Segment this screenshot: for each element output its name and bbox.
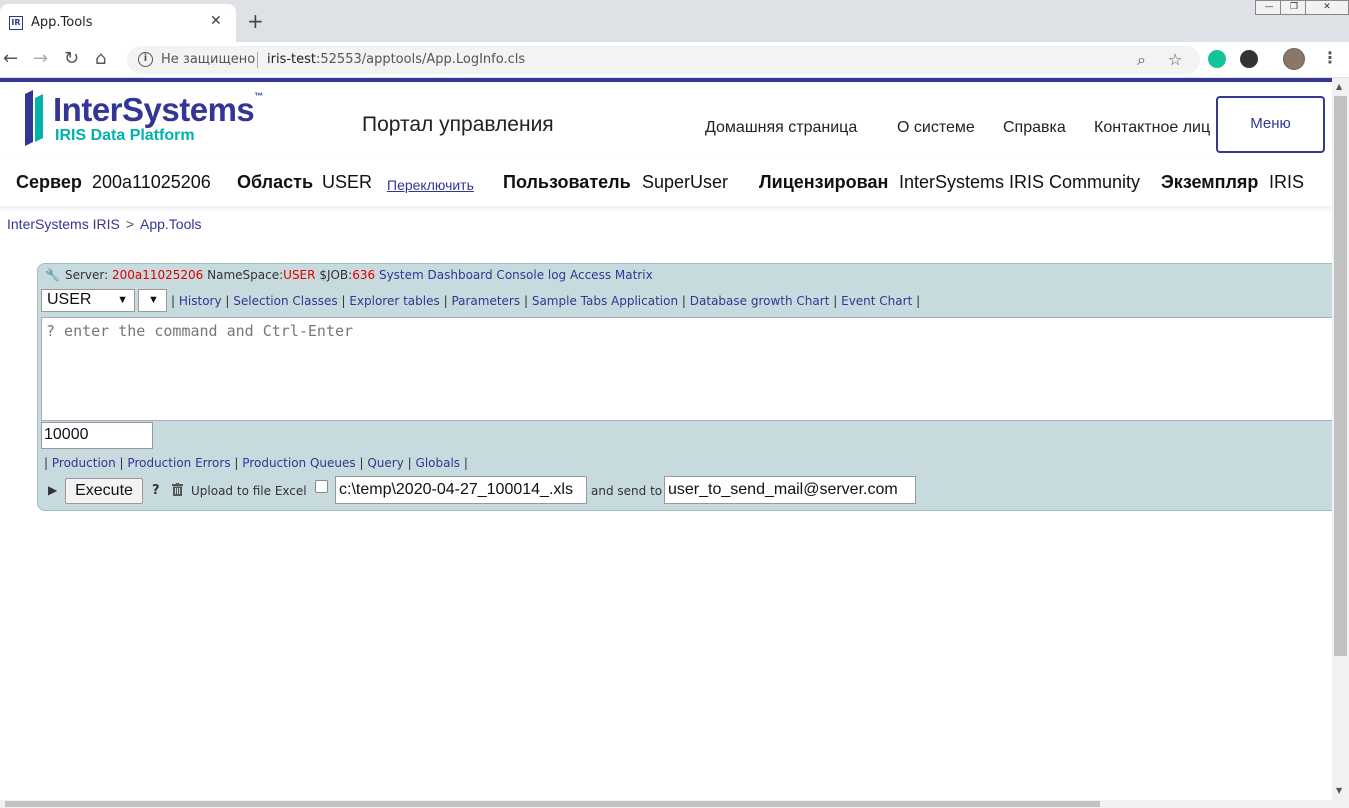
globals-link[interactable]: Globals <box>416 456 461 470</box>
explorer-tables-link[interactable]: Explorer tables <box>349 294 439 308</box>
page-content: InterSystems™ IRIS Data Platform Портал … <box>0 78 1337 800</box>
file-path-input[interactable]: c:\temp\2020-04-27_100014_.xls <box>335 476 587 504</box>
url-text[interactable]: iris-test:52553/apptools/App.LogInfo.cls <box>267 52 525 67</box>
play-icon[interactable]: ▶ <box>48 483 57 497</box>
tab-close-icon[interactable]: ✕ <box>210 13 222 29</box>
nav-about-link[interactable]: О системе <box>897 119 975 137</box>
tab-title: App.Tools <box>31 15 93 30</box>
breadcrumb-separator: > <box>125 216 134 232</box>
star-icon[interactable]: ☆ <box>1168 50 1182 69</box>
parameters-link[interactable]: Parameters <box>451 294 520 308</box>
license-label: Лицензирован <box>759 172 889 192</box>
server-value: 200a11025206 <box>92 172 211 192</box>
panel-job-value: 636 <box>352 268 376 282</box>
upload-excel-label: Upload to file Excel <box>191 484 307 498</box>
upload-excel-checkbox[interactable] <box>315 480 328 493</box>
wrench-icon: 🔧 <box>45 268 60 282</box>
intersystems-logo-icon <box>25 90 43 146</box>
event-chart-link[interactable]: Event Chart <box>841 294 912 308</box>
app-tools-panel: 🔧 Server: 200a11025206 NameSpace:USER $JO… <box>37 263 1337 511</box>
accent-bar <box>0 78 1332 82</box>
window-close-button[interactable]: ✕ <box>1305 0 1349 15</box>
nav-contact-link[interactable]: Контактное лиц <box>1094 119 1210 137</box>
vertical-scrollbar[interactable]: ▲ ▼ <box>1332 78 1349 800</box>
selection-classes-link[interactable]: Selection Classes <box>233 294 337 308</box>
tool-links-row: | History | Selection Classes | Explorer… <box>171 294 921 308</box>
chevron-down-icon: ▼ <box>148 294 159 306</box>
vertical-scroll-thumb[interactable] <box>1334 96 1347 656</box>
panel-header: 🔧 Server: 200a11025206 NameSpace:USER $JO… <box>45 268 653 282</box>
switch-namespace-link[interactable]: Переключить <box>387 177 474 193</box>
not-secure-label: Не защищено <box>161 52 256 67</box>
breadcrumb: InterSystems IRIS > App.Tools <box>7 216 201 232</box>
production-errors-link[interactable]: Production Errors <box>127 456 230 470</box>
browser-tabstrip: IR App.Tools ✕ + — ❐ ✕ <box>0 0 1349 42</box>
kebab-menu-icon[interactable]: ⋮ <box>1322 48 1338 67</box>
scroll-up-icon[interactable]: ▲ <box>1336 82 1342 91</box>
nav-help-link[interactable]: Справка <box>1003 119 1066 137</box>
logo-wordmark: InterSystems™ <box>53 91 263 128</box>
query-link[interactable]: Query <box>367 456 403 470</box>
profile-avatar[interactable] <box>1283 48 1305 70</box>
forward-icon[interactable]: → <box>33 49 48 69</box>
instance-label: Экземпляр <box>1161 172 1259 192</box>
user-value: SuperUser <box>642 172 729 192</box>
trash-icon[interactable] <box>172 483 183 496</box>
extension-icon[interactable] <box>1240 50 1258 68</box>
horizontal-scroll-thumb[interactable] <box>5 801 1100 807</box>
user-label: Пользователь <box>503 172 631 192</box>
panel-namespace-value: USER <box>283 268 316 282</box>
execute-button[interactable]: Execute <box>65 478 143 504</box>
scroll-down-icon[interactable]: ▼ <box>1336 786 1342 795</box>
favicon-icon: IR <box>9 16 23 30</box>
reload-icon[interactable]: ↻ <box>64 49 79 69</box>
sample-tabs-link[interactable]: Sample Tabs Application <box>532 294 678 308</box>
max-rows-input[interactable]: 10000 <box>41 422 153 449</box>
instance-value: IRIS <box>1269 172 1305 192</box>
command-textarea[interactable]: ? enter the command and Ctrl-Enter <box>41 317 1337 421</box>
horizontal-scrollbar[interactable] <box>0 800 1349 808</box>
help-icon[interactable]: ? <box>152 483 160 498</box>
new-tab-button[interactable]: + <box>247 11 264 31</box>
portal-title: Портал управления <box>362 113 554 136</box>
omnibox-separator <box>257 52 258 68</box>
address-bar[interactable]: i Не защищено iris-test:52553/apptools/A… <box>127 46 1200 74</box>
dashboard-links[interactable]: System Dashboard Console log Access Matr… <box>379 268 653 282</box>
menu-button[interactable]: Меню <box>1216 96 1325 153</box>
info-icon[interactable]: i <box>138 52 153 67</box>
zoom-icon[interactable]: ⌕ <box>1137 50 1146 70</box>
production-links-row: | Production | Production Errors | Produ… <box>44 456 468 470</box>
grammarly-icon[interactable] <box>1208 50 1226 68</box>
history-link[interactable]: History <box>179 294 222 308</box>
nav-home-link[interactable]: Домашняя страница <box>705 119 857 137</box>
back-icon[interactable]: ← <box>3 49 18 69</box>
browser-toolbar: ← → ↻ ⌂ i Не защищено iris-test:52553/ap… <box>0 42 1349 78</box>
email-input[interactable]: user_to_send_mail@server.com <box>664 476 916 504</box>
panel-server-value: 200a11025206 <box>111 268 204 282</box>
minimize-button[interactable]: — <box>1255 0 1283 15</box>
server-label: Сервер <box>16 172 82 192</box>
history-select[interactable]: ▼ <box>138 289 167 312</box>
system-info-bar: Сервер 200a11025206 Область USER Переклю… <box>0 160 1332 206</box>
browser-tab[interactable]: IR App.Tools ✕ <box>0 4 236 42</box>
production-link[interactable]: Production <box>52 456 116 470</box>
maximize-button[interactable]: ❐ <box>1280 0 1308 15</box>
logo-subtitle: IRIS Data Platform <box>55 127 195 144</box>
namespace-value: USER <box>322 172 373 192</box>
production-queues-link[interactable]: Production Queues <box>242 456 355 470</box>
send-to-label: and send to <box>591 484 663 498</box>
license-value: InterSystems IRIS Community <box>899 172 1141 192</box>
home-icon[interactable]: ⌂ <box>95 49 106 69</box>
namespace-select[interactable]: USER ▼ <box>41 289 135 312</box>
breadcrumb-root-link[interactable]: InterSystems IRIS <box>7 216 120 232</box>
database-growth-link[interactable]: Database growth Chart <box>690 294 830 308</box>
breadcrumb-current[interactable]: App.Tools <box>140 216 201 232</box>
namespace-label: Область <box>237 172 314 192</box>
chevron-down-icon: ▼ <box>117 294 128 306</box>
